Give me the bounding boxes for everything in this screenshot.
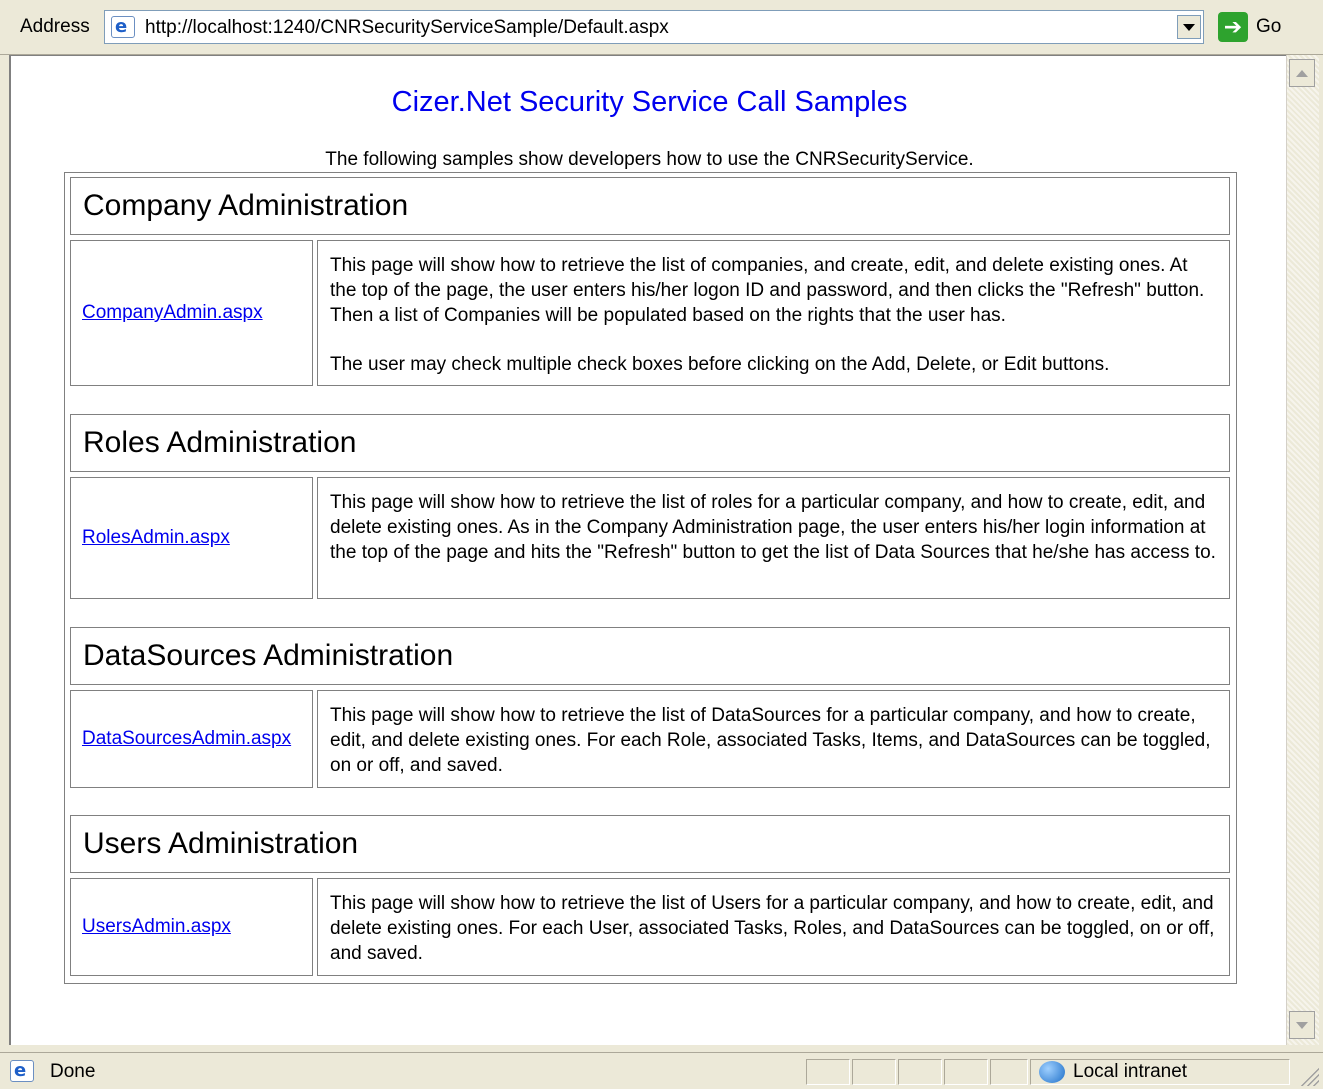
description-text: This page will show how to retrieve the … (330, 255, 1205, 326)
page-subtitle: The following samples show developers ho… (325, 149, 974, 170)
description-cell-roles: This page will show how to retrieve the … (317, 477, 1230, 599)
address-dropdown-button[interactable] (1177, 15, 1201, 39)
section-heading-datasources: DataSources Administration (70, 627, 1230, 685)
chevron-down-icon (1183, 23, 1195, 31)
link-cell-company: CompanyAdmin.aspx (70, 240, 313, 386)
section-heading-roles: Roles Administration (70, 414, 1230, 472)
datasources-admin-link[interactable]: DataSourcesAdmin.aspx (82, 728, 291, 750)
section-heading-users: Users Administration (70, 815, 1230, 873)
go-arrow-icon: ➔ (1218, 12, 1248, 42)
description-text: This page will show how to retrieve the … (330, 705, 1211, 776)
scroll-down-button[interactable] (1289, 1011, 1315, 1039)
scroll-up-button[interactable] (1289, 59, 1315, 87)
status-text: Done (50, 1061, 96, 1082)
link-cell-datasources: DataSourcesAdmin.aspx (70, 690, 313, 788)
ie-page-icon: e (111, 16, 135, 38)
status-pane (944, 1059, 988, 1085)
address-label: Address (20, 16, 90, 37)
users-admin-link[interactable]: UsersAdmin.aspx (82, 916, 231, 938)
security-zone: Local intranet (1030, 1059, 1290, 1085)
vertical-scrollbar[interactable] (1286, 55, 1319, 1045)
address-bar: Address e http://localhost:1240/CNRSecur… (0, 0, 1323, 55)
description-text: The user may check multiple check boxes … (330, 354, 1110, 375)
link-cell-users: UsersAdmin.aspx (70, 878, 313, 976)
ie-page-icon: e (10, 1060, 34, 1082)
status-pane (898, 1059, 942, 1085)
status-pane (990, 1059, 1028, 1085)
globe-icon (1039, 1061, 1065, 1083)
go-button[interactable]: ➔ Go (1218, 12, 1281, 42)
page-title: Cizer.Net Security Service Call Samples (391, 86, 908, 118)
description-text: This page will show how to retrieve the … (330, 893, 1215, 964)
zone-text: Local intranet (1073, 1061, 1188, 1082)
section-heading-company: Company Administration (70, 177, 1230, 235)
description-cell-company: This page will show how to retrieve the … (317, 240, 1230, 386)
description-cell-users: This page will show how to retrieve the … (317, 878, 1230, 976)
resize-grip-icon[interactable] (1299, 1066, 1319, 1086)
status-pane (806, 1059, 850, 1085)
roles-admin-link[interactable]: RolesAdmin.aspx (82, 527, 230, 549)
status-pane (852, 1059, 896, 1085)
company-admin-link[interactable]: CompanyAdmin.aspx (82, 302, 263, 324)
address-field[interactable]: e http://localhost:1240/CNRSecurityServi… (104, 10, 1204, 44)
address-url[interactable]: http://localhost:1240/CNRSecurityService… (145, 17, 669, 39)
link-cell-roles: RolesAdmin.aspx (70, 477, 313, 599)
status-bar: e Done Local intranet (0, 1052, 1323, 1089)
samples-table: Company Administration CompanyAdmin.aspx… (64, 172, 1237, 984)
description-cell-datasources: This page will show how to retrieve the … (317, 690, 1230, 788)
arrow-down-icon (1296, 1021, 1308, 1029)
description-text: This page will show how to retrieve the … (330, 492, 1216, 563)
go-label: Go (1256, 16, 1282, 37)
arrow-up-icon (1296, 69, 1308, 77)
page-content: Cizer.Net Security Service Call Samples … (9, 55, 1286, 1045)
